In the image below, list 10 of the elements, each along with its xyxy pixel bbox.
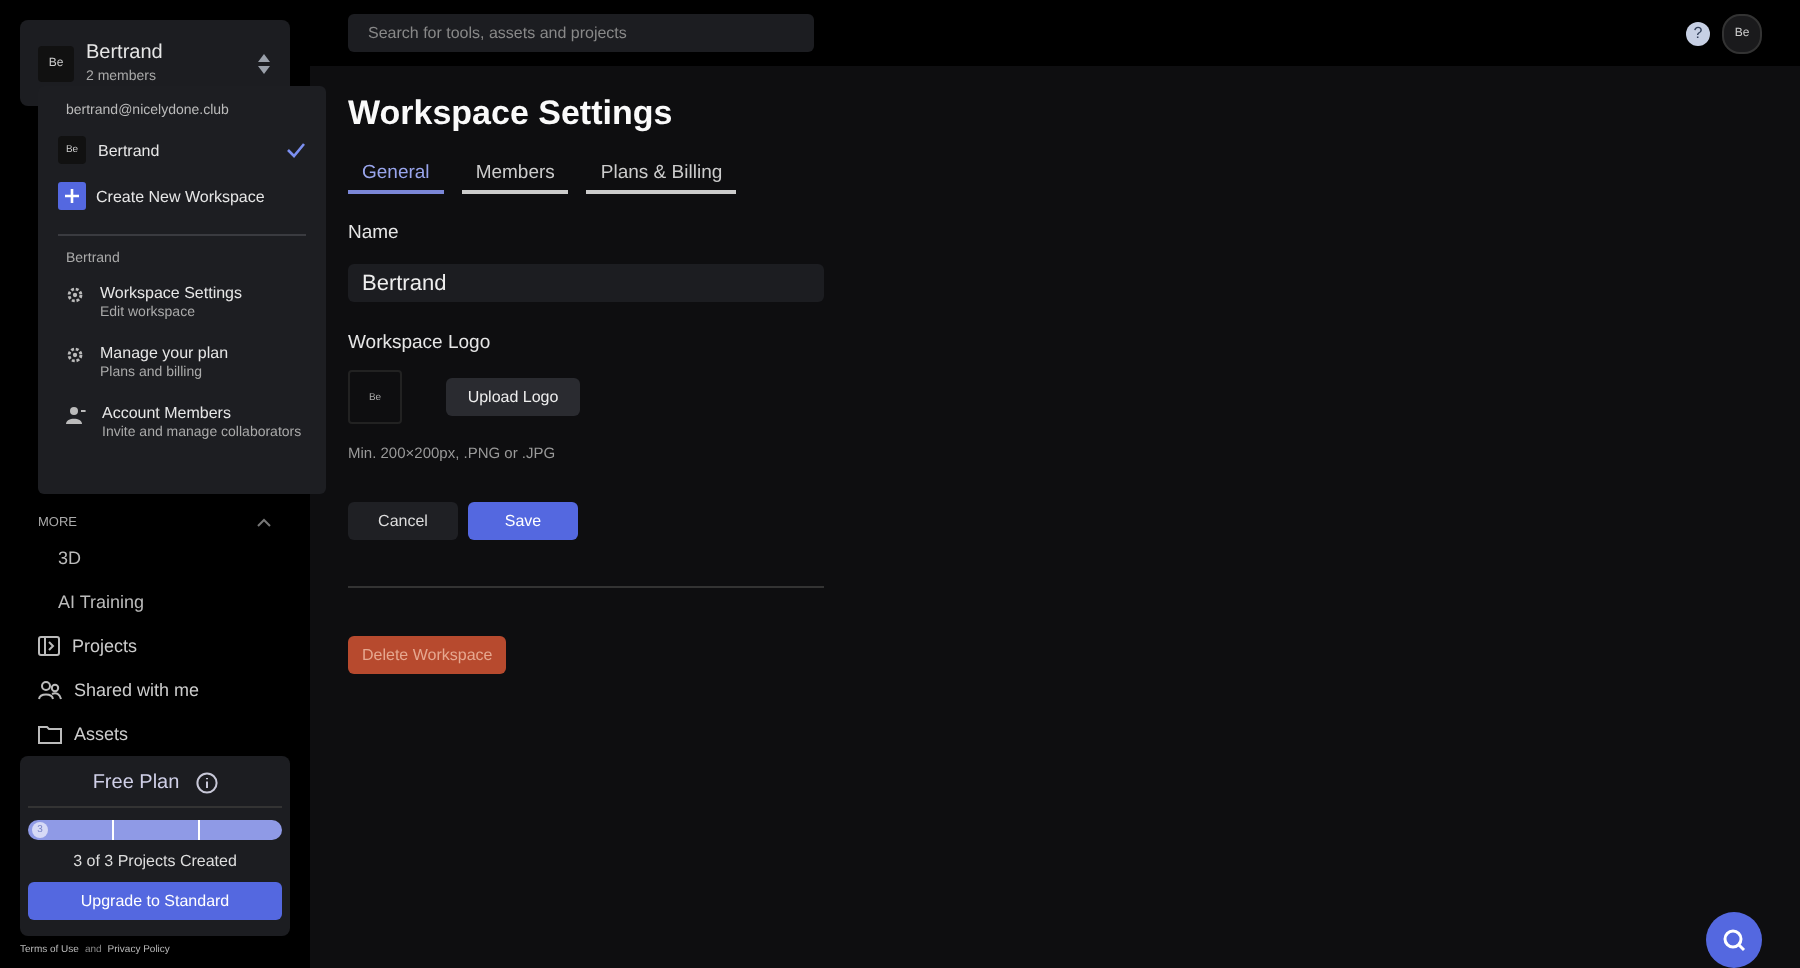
workspace-name: Bertrand — [98, 141, 162, 159]
menu-item-title: Account Members — [102, 404, 233, 422]
field-label: Name — [348, 222, 399, 244]
menu-item-title: Manage your plan — [100, 344, 229, 362]
menu-item-title: Workspace Settings — [100, 284, 242, 302]
workspace-name: Bertrand — [86, 42, 165, 64]
field-label: Workspace Logo — [348, 332, 491, 354]
progress-text: 3 of 3 Projects Created — [71, 852, 239, 870]
page-title: Workspace Settings — [348, 94, 673, 134]
plan-title: Free Plan — [92, 772, 180, 794]
